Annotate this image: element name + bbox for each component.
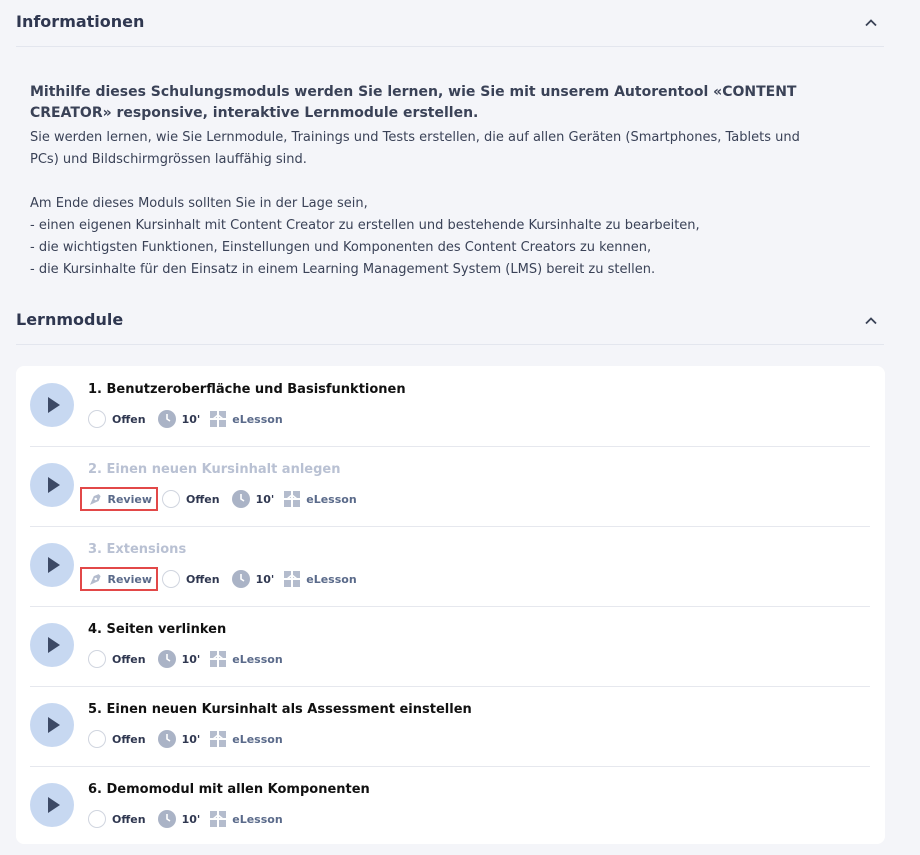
module-row[interactable]: 3. Extensions Review Offen 10' eLesson <box>30 526 870 607</box>
module-row[interactable]: 5. Einen neuen Kursinhalt als Assessment… <box>30 686 870 767</box>
module-meta: Offen 10' eLesson <box>88 408 283 430</box>
clock-icon <box>157 810 176 828</box>
module-meta: Review Offen 10' eLesson <box>80 487 357 511</box>
type-label: eLesson <box>232 652 283 666</box>
duration-label: 10' <box>181 812 201 826</box>
chevron-up-icon[interactable] <box>864 314 878 328</box>
clock-icon <box>231 570 250 588</box>
module-row[interactable]: 2. Einen neuen Kursinhalt anlegen Review… <box>30 446 870 527</box>
elesson-icon <box>210 411 227 427</box>
module-title[interactable]: 6. Demomodul mit allen Komponenten <box>88 782 370 797</box>
duration-label: 10' <box>181 412 201 426</box>
clock-icon <box>231 490 250 508</box>
info-bullet: - einen eigenen Kursinhalt mit Content C… <box>30 218 700 233</box>
module-title[interactable]: 4. Seiten verlinken <box>88 622 226 637</box>
modules-list: 1. Benutzeroberfläche und Basisfunktione… <box>16 366 885 844</box>
review-label: Review <box>107 492 153 506</box>
info-section-body: Mithilfe dieses Schulungsmoduls werden S… <box>30 82 830 281</box>
type-label: eLesson <box>232 732 283 746</box>
module-row[interactable]: 6. Demomodul mit allen Komponenten Offen… <box>30 766 870 846</box>
status-label: Offen <box>112 732 146 746</box>
type-label: eLesson <box>232 812 283 826</box>
status-circle-icon <box>162 490 180 508</box>
review-label: Review <box>107 572 153 586</box>
status-label: Offen <box>186 572 220 586</box>
pen-nib-icon <box>89 574 101 585</box>
play-icon[interactable] <box>30 783 74 827</box>
clock-icon <box>157 410 176 428</box>
status-label: Offen <box>112 412 146 426</box>
elesson-icon <box>210 651 227 667</box>
modules-section-header[interactable]: Lernmodule <box>16 298 884 345</box>
elesson-icon <box>284 571 301 587</box>
info-lead-text: Mithilfe dieses Schulungsmoduls werden S… <box>30 84 797 121</box>
duration-label: 10' <box>181 732 201 746</box>
info-intro: Am Ende dieses Moduls sollten Sie in der… <box>30 196 368 211</box>
type-label: eLesson <box>306 572 357 586</box>
play-icon[interactable] <box>30 623 74 667</box>
chevron-up-icon[interactable] <box>864 16 878 30</box>
module-title[interactable]: 3. Extensions <box>88 542 186 557</box>
elesson-icon <box>210 811 227 827</box>
info-paragraph: Sie werden lernen, wie Sie Lernmodule, T… <box>30 130 800 167</box>
status-label: Offen <box>112 812 146 826</box>
status-circle-icon <box>88 730 106 748</box>
play-icon[interactable] <box>30 703 74 747</box>
module-row[interactable]: 1. Benutzeroberfläche und Basisfunktione… <box>30 366 870 447</box>
info-bullet: - die wichtigsten Funktionen, Einstellun… <box>30 240 652 255</box>
status-label: Offen <box>186 492 220 506</box>
play-icon[interactable] <box>30 463 74 507</box>
module-row[interactable]: 4. Seiten verlinken Offen 10' eLesson <box>30 606 870 687</box>
duration-label: 10' <box>255 492 275 506</box>
module-meta: Offen 10' eLesson <box>88 808 283 830</box>
status-circle-icon <box>88 650 106 668</box>
review-badge[interactable]: Review <box>80 567 158 591</box>
review-badge[interactable]: Review <box>80 487 158 511</box>
elesson-icon <box>284 491 301 507</box>
status-circle-icon <box>88 810 106 828</box>
play-icon[interactable] <box>30 383 74 427</box>
module-meta: Offen 10' eLesson <box>88 728 283 750</box>
module-title[interactable]: 5. Einen neuen Kursinhalt als Assessment… <box>88 702 472 717</box>
info-bullet: - die Kursinhalte für den Einsatz in ein… <box>30 262 656 277</box>
module-meta: Offen 10' eLesson <box>88 648 283 670</box>
play-icon[interactable] <box>30 543 74 587</box>
clock-icon <box>157 730 176 748</box>
status-label: Offen <box>112 652 146 666</box>
modules-section-title: Lernmodule <box>16 310 124 329</box>
info-section-title: Informationen <box>16 12 145 31</box>
module-title[interactable]: 1. Benutzeroberfläche und Basisfunktione… <box>88 382 406 397</box>
module-meta: Review Offen 10' eLesson <box>80 567 357 591</box>
duration-label: 10' <box>181 652 201 666</box>
status-circle-icon <box>162 570 180 588</box>
duration-label: 10' <box>255 572 275 586</box>
status-circle-icon <box>88 410 106 428</box>
info-section-header[interactable]: Informationen <box>16 0 884 47</box>
pen-nib-icon <box>89 494 101 505</box>
clock-icon <box>157 650 176 668</box>
module-title[interactable]: 2. Einen neuen Kursinhalt anlegen <box>88 462 340 477</box>
type-label: eLesson <box>306 492 357 506</box>
elesson-icon <box>210 731 227 747</box>
type-label: eLesson <box>232 412 283 426</box>
